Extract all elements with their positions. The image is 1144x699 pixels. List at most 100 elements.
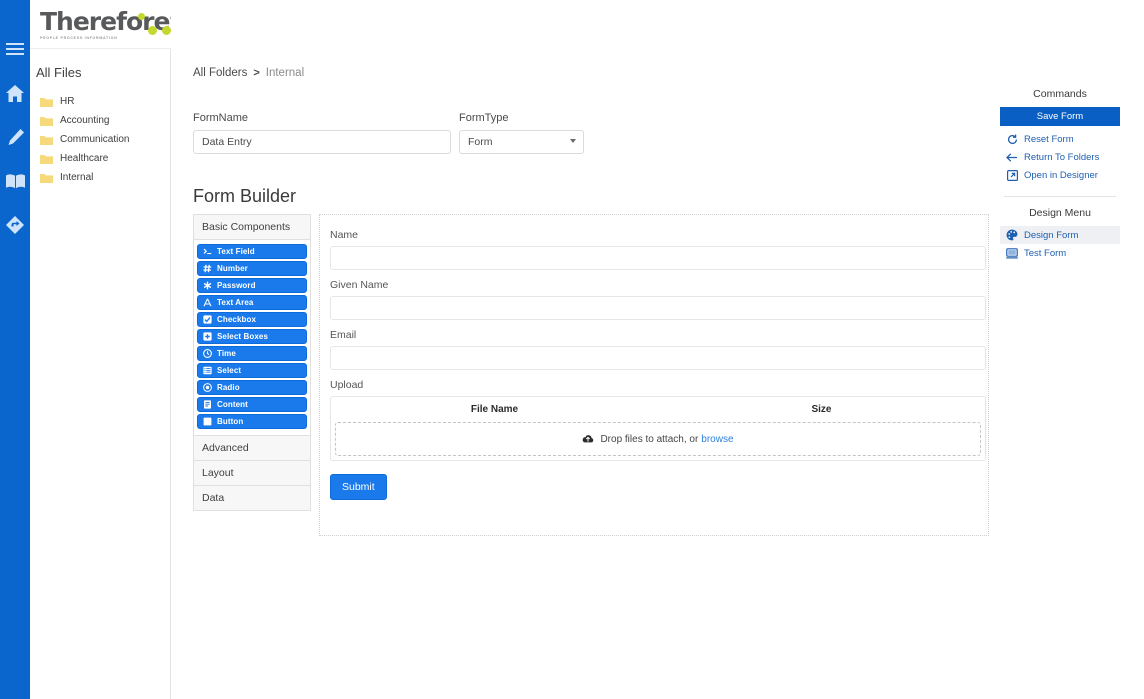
command-label: Return To Folders [1024, 152, 1099, 163]
document-icon [203, 400, 212, 409]
breadcrumb-root[interactable]: All Folders [193, 67, 247, 79]
folder-label: HR [60, 96, 74, 107]
palette-section-data[interactable]: Data [193, 486, 311, 511]
design-menu-label: Design Form [1024, 230, 1078, 241]
command-label: Open in Designer [1024, 170, 1098, 181]
folder-item-healthcare[interactable]: Healthcare [30, 149, 170, 168]
folder-label: Healthcare [60, 153, 108, 164]
form-type-select-wrap [459, 130, 584, 154]
palette-icon [1006, 229, 1018, 241]
folder-icon [40, 97, 53, 107]
palette-component-list: Text Field Number Password Text Area [193, 240, 311, 436]
component-label: Select Boxes [217, 333, 268, 341]
upload-dropzone[interactable]: Drop files to attach, or browse [335, 422, 981, 456]
icon-rail [0, 0, 30, 699]
component-label: Checkbox [217, 316, 256, 324]
component-number[interactable]: Number [197, 261, 307, 276]
file-upload-widget: File Name Size Drop files to attach, or … [330, 396, 986, 461]
form-name-input[interactable] [193, 130, 451, 154]
clock-icon [203, 349, 212, 358]
dropzone-text: Drop files to attach, or [600, 434, 698, 445]
upload-col-file-name: File Name [331, 404, 658, 415]
checkbox-checked-icon [203, 315, 212, 324]
component-label: Time [217, 350, 236, 358]
submit-button[interactable]: Submit [330, 474, 387, 500]
folder-item-hr[interactable]: HR [30, 92, 170, 111]
logo-tagline: PEOPLE PROCESS INFORMATION [40, 36, 175, 40]
browse-link[interactable]: browse [701, 434, 733, 445]
right-side-panel: Commands Save Form Reset Form Return To … [1000, 88, 1120, 262]
component-label: Radio [217, 384, 240, 392]
component-checkbox[interactable]: Checkbox [197, 312, 307, 327]
component-button[interactable]: Button [197, 414, 307, 429]
breadcrumb: All Folders > Internal [193, 67, 304, 79]
palette-header-basic[interactable]: Basic Components [193, 214, 311, 240]
folder-icon [40, 154, 53, 164]
design-menu-label: Test Form [1024, 248, 1066, 259]
hamburger-menu-icon[interactable] [4, 38, 26, 60]
component-radio[interactable]: Radio [197, 380, 307, 395]
component-select[interactable]: Select [197, 363, 307, 378]
all-files-heading[interactable]: All Files [30, 65, 170, 92]
home-icon[interactable] [4, 82, 26, 104]
folder-item-internal[interactable]: Internal [30, 168, 170, 187]
arrow-left-icon [1006, 151, 1018, 163]
component-password[interactable]: Password [197, 278, 307, 293]
external-link-icon [1006, 169, 1018, 181]
component-text-field[interactable]: Text Field [197, 244, 307, 259]
component-label: Button [217, 418, 243, 426]
hash-icon [203, 264, 212, 273]
folder-item-communication[interactable]: Communication [30, 130, 170, 149]
component-text-area[interactable]: Text Area [197, 295, 307, 310]
component-label: Text Field [217, 248, 255, 256]
reset-form-command[interactable]: Reset Form [1000, 130, 1120, 148]
form-canvas: Name Given Name Email Upload File Name S… [319, 214, 989, 536]
save-form-button[interactable]: Save Form [1000, 107, 1120, 126]
component-palette: Basic Components Text Field Number Passw… [193, 214, 311, 511]
folder-label: Communication [60, 134, 129, 145]
field-input-name[interactable] [330, 246, 986, 270]
design-form-menu-item[interactable]: Design Form [1000, 226, 1120, 244]
test-form-menu-item[interactable]: Test Form [1000, 244, 1120, 262]
component-time[interactable]: Time [197, 346, 307, 361]
palette-section-layout[interactable]: Layout [193, 461, 311, 486]
component-content[interactable]: Content [197, 397, 307, 412]
edit-pencil-icon[interactable] [4, 126, 26, 148]
main-content: All Folders > Internal FormName FormType… [171, 0, 1144, 699]
logo-dot-1 [148, 26, 157, 35]
plus-square-icon [203, 332, 212, 341]
workflow-diamond-icon[interactable] [4, 214, 26, 236]
component-label: Select [217, 367, 241, 375]
square-icon [203, 417, 212, 426]
field-label-name: Name [330, 229, 978, 241]
form-builder: Basic Components Text Field Number Passw… [193, 214, 989, 536]
component-label: Number [217, 265, 248, 273]
book-icon[interactable] [4, 170, 26, 192]
form-type-select[interactable] [459, 130, 584, 154]
page-title: Form Builder [193, 186, 296, 207]
list-icon [203, 366, 212, 375]
app-root: Therefore® PEOPLE PROCESS INFORMATION Al… [0, 0, 1144, 699]
radio-circle-icon [203, 383, 212, 392]
brand-logo[interactable]: Therefore® PEOPLE PROCESS INFORMATION [30, 0, 171, 48]
cloud-upload-icon [582, 434, 594, 444]
palette-section-advanced[interactable]: Advanced [193, 436, 311, 461]
component-label: Password [217, 282, 256, 290]
form-type-label: FormType [459, 112, 584, 124]
logo-text-wrap: Therefore® [40, 9, 175, 34]
component-select-boxes[interactable]: Select Boxes [197, 329, 307, 344]
upload-table-header: File Name Size [331, 397, 985, 422]
logo-dot-o [138, 13, 145, 20]
folder-item-accounting[interactable]: Accounting [30, 111, 170, 130]
refresh-icon [1006, 133, 1018, 145]
return-to-folders-command[interactable]: Return To Folders [1000, 148, 1120, 166]
field-input-email[interactable] [330, 346, 986, 370]
component-label: Content [217, 401, 248, 409]
open-in-designer-command[interactable]: Open in Designer [1000, 166, 1120, 184]
upload-col-size: Size [658, 404, 985, 415]
field-input-given-name[interactable] [330, 296, 986, 320]
field-label-given-name: Given Name [330, 279, 978, 291]
letter-a-icon [203, 298, 212, 307]
panel-divider [1004, 196, 1116, 197]
field-label-upload: Upload [330, 379, 978, 391]
